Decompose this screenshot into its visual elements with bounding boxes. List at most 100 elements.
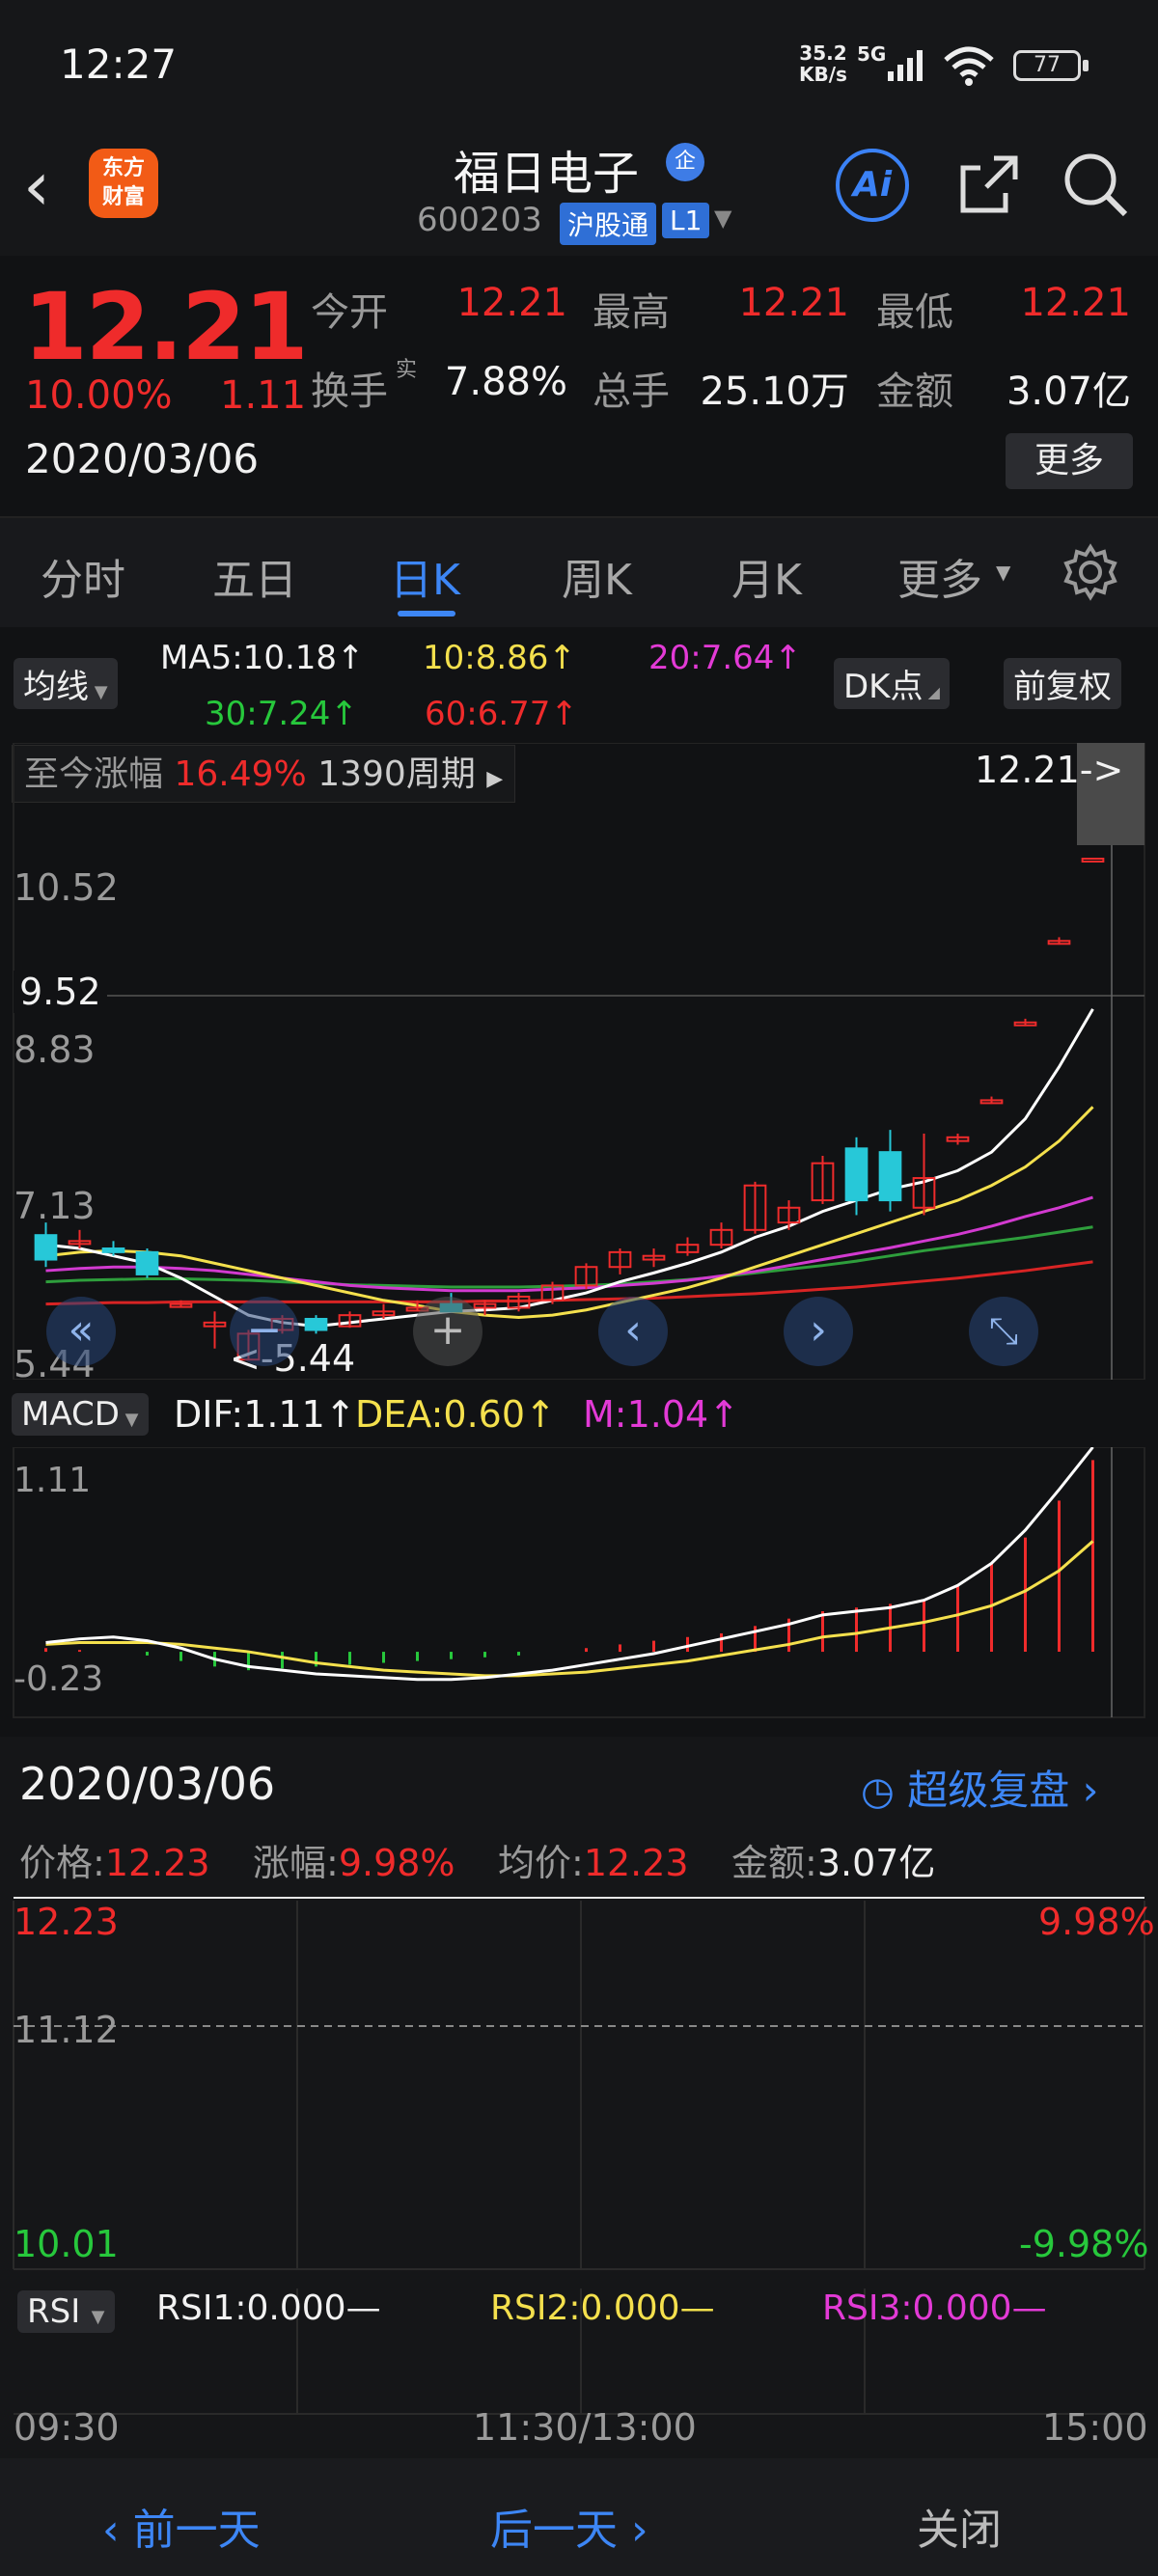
ma-selector[interactable]: 均线 ▼ [14, 658, 118, 709]
chevron-left-icon: ‹ [102, 2506, 133, 2555]
m-value: M:1.04↑ [583, 1393, 740, 1436]
intraday-pct-bottom: -9.98% [1019, 2223, 1149, 2265]
macd-frame [13, 1447, 1145, 1718]
battery-icon: 77 [1013, 50, 1081, 81]
chevron-right-icon: › [1082, 1767, 1099, 1814]
tab-monthly-k[interactable]: 月K [731, 545, 802, 607]
review-amount-group: 金额:3.07亿 [731, 1833, 935, 1886]
battery-tip [1083, 60, 1089, 71]
stock-header: ‹ 东方 财富 福日电子 企 600203 沪股通 L1 ▼ Ai [0, 125, 1158, 256]
tab-five-day[interactable]: 五日 [212, 545, 297, 607]
time-start: 09:30 [14, 2406, 120, 2449]
ma20-value: 20:7.64↑ [648, 639, 802, 677]
review-amount: 3.07亿 [816, 1842, 936, 1884]
dk-point-button[interactable]: DK点 ◢ [834, 658, 950, 709]
super-review-link[interactable]: ◷ 超级复盘 › [861, 1758, 1098, 1817]
super-review-label: 超级复盘 [907, 1767, 1070, 1814]
ma60-value: 60:6.77↑ [425, 695, 578, 733]
low-value: 12.21 [1020, 281, 1131, 325]
tab-daily-k[interactable]: 日K [390, 545, 460, 607]
dif-line [45, 1447, 1094, 1682]
macd-chart[interactable] [0, 1447, 1158, 1737]
tab-active-indicator [398, 611, 455, 617]
stock-code: 600203 [417, 201, 542, 239]
volume-label: 总手 [593, 370, 670, 414]
bottom-bar: ‹ 前一天 后一天 › 关闭 [0, 2458, 1158, 2576]
macd-selector[interactable]: MACD ▼ [12, 1393, 149, 1436]
intraday-review-panel: 2020/03/06 ◷ 超级复盘 › 价格:12.23 涨幅:9.98% 均价… [0, 1737, 1158, 2460]
intraday-y-mid: 11.12 [14, 2009, 119, 2051]
rsi2-value: RSI2:0.000— [490, 2288, 715, 2328]
candle-body [844, 1147, 868, 1202]
dif-value: DIF:1.11↑ [174, 1393, 356, 1436]
candle-body [101, 1247, 125, 1253]
level-tag: L1 [662, 203, 710, 238]
dea-value: DEA:0.60↑ [355, 1393, 556, 1436]
review-price-label: 价格: [19, 1842, 105, 1884]
current-price: 12.21 [23, 273, 309, 381]
ma10-value: 10:8.86↑ [423, 639, 576, 677]
next-icon[interactable]: › [784, 1297, 853, 1366]
review-date: 2020/03/06 [19, 1758, 276, 1810]
review-amount-label: 金额: [731, 1842, 817, 1884]
adjust-button[interactable]: 前复权 [1004, 658, 1121, 709]
history-icon: ◷ [861, 1769, 895, 1814]
review-pct-group: 涨幅:9.98% [253, 1833, 455, 1886]
open-label: 今开 [311, 290, 388, 335]
rsi-selector-label: RSI [27, 2292, 81, 2331]
ma20-line [45, 1195, 1093, 1293]
quote-date: 2020/03/06 [25, 435, 260, 482]
kline-chart[interactable] [0, 743, 1158, 1380]
intraday-y-top: 12.23 [14, 1901, 119, 1943]
rsi3-value: RSI3:0.000— [822, 2288, 1047, 2328]
turnover-sup: 实 [396, 358, 418, 382]
close-button[interactable]: 关闭 [917, 2495, 1002, 2557]
high-value: 12.21 [738, 281, 849, 325]
gear-icon[interactable] [1062, 543, 1119, 601]
open-value: 12.21 [456, 281, 567, 325]
level-caret-icon[interactable]: ▼ [714, 205, 731, 232]
tab-more-caret-icon: ▼ [996, 561, 1011, 584]
axis-top-label: 10.52 [14, 866, 119, 909]
review-price: 12.23 [104, 1842, 210, 1884]
change-amount: 1.11 [220, 373, 307, 418]
logo-line2: 财富 [101, 185, 145, 209]
zoom-in-icon[interactable]: + [413, 1297, 482, 1366]
axis-low-label: 7.13 [14, 1185, 96, 1227]
app-logo[interactable]: 东方 财富 [89, 149, 158, 218]
net-speed-unit: KB/s [799, 63, 847, 86]
rsi-selector[interactable]: RSI ▼ [17, 2290, 115, 2333]
prev-icon[interactable]: ‹ [598, 1297, 668, 1366]
tab-weekly-k[interactable]: 周K [562, 545, 632, 607]
tab-intraday[interactable]: 分时 [41, 545, 125, 607]
double-left-icon[interactable]: « [46, 1297, 116, 1366]
share-icon[interactable] [955, 151, 1023, 218]
ma-selector-label: 均线 [23, 668, 89, 706]
status-time: 12:27 [60, 41, 178, 88]
tab-more[interactable]: 更多 [897, 545, 982, 607]
volume-value: 25.10万 [700, 370, 849, 414]
review-stats: 价格:12.23 [19, 1833, 210, 1886]
quote-panel: 12.21 10.00% 1.11 2020/03/06 今开 12.21 最高… [0, 256, 1158, 516]
net-speed: 35.2 KB/s [799, 42, 847, 85]
back-icon[interactable]: ‹ [23, 152, 50, 220]
ai-button[interactable]: Ai [836, 149, 909, 222]
candle-body [1081, 858, 1105, 863]
chevron-right-icon: › [618, 2506, 648, 2555]
candle-body [304, 1317, 328, 1331]
prev-day-button[interactable]: ‹ 前一天 [102, 2495, 261, 2557]
intraday-y-bottom: 10.01 [14, 2223, 119, 2265]
search-icon[interactable] [1062, 151, 1131, 220]
expand-icon[interactable]: ⤡ [969, 1297, 1038, 1366]
intraday-chart[interactable] [0, 1893, 1158, 2433]
zoom-out-icon[interactable]: − [230, 1297, 299, 1366]
more-button[interactable]: 更多 [1006, 433, 1133, 489]
next-day-button[interactable]: 后一天 › [490, 2495, 648, 2557]
high-label: 最高 [593, 290, 670, 335]
next-day-label: 后一天 [490, 2506, 618, 2555]
net-speed-value: 35.2 [799, 41, 847, 65]
wifi-icon [944, 46, 994, 86]
status-bar: 12:27 35.2 KB/s 5G 77 [0, 0, 1158, 125]
last-price-marker: 12.21-> [975, 749, 1124, 791]
dk-point-label: DK点 [843, 668, 924, 706]
